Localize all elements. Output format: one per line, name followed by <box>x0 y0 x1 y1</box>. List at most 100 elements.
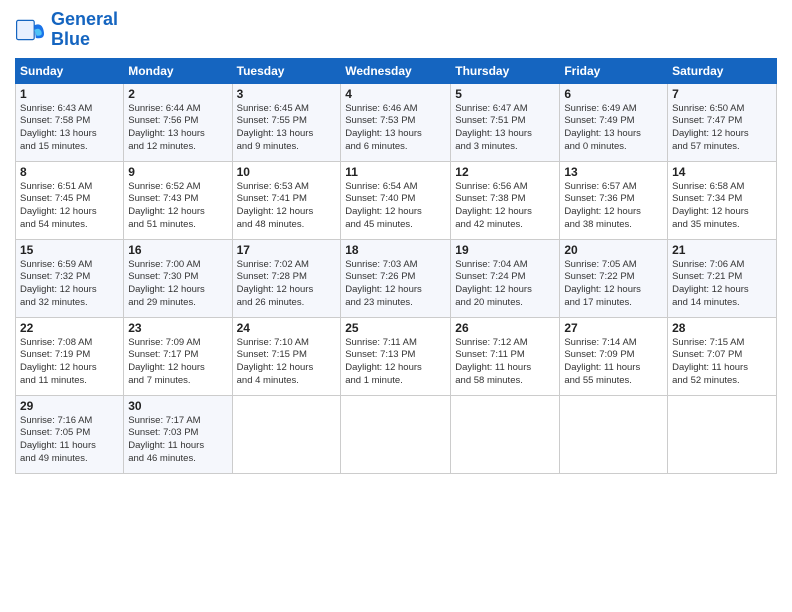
day-info: Sunrise: 7:03 AM Sunset: 7:26 PM Dayligh… <box>345 259 446 310</box>
day-info: Sunrise: 6:43 AM Sunset: 7:58 PM Dayligh… <box>20 103 119 154</box>
header-day-tuesday: Tuesday <box>232 58 341 83</box>
day-number: 13 <box>564 165 663 179</box>
day-number: 10 <box>237 165 337 179</box>
day-info: Sunrise: 6:57 AM Sunset: 7:36 PM Dayligh… <box>564 181 663 232</box>
header-row: General Blue <box>15 10 777 50</box>
day-cell: 7 Sunrise: 6:50 AM Sunset: 7:47 PM Daylig… <box>668 83 777 161</box>
day-cell: 1 Sunrise: 6:43 AM Sunset: 7:58 PM Daylig… <box>16 83 124 161</box>
day-cell: 15 Sunrise: 6:59 AM Sunset: 7:32 PM Dayli… <box>16 239 124 317</box>
header-day-thursday: Thursday <box>451 58 560 83</box>
day-cell: 27 Sunrise: 7:14 AM Sunset: 7:09 PM Dayli… <box>560 317 668 395</box>
calendar-header: SundayMondayTuesdayWednesdayThursdayFrid… <box>16 58 777 83</box>
day-number: 3 <box>237 87 337 101</box>
day-info: Sunrise: 6:50 AM Sunset: 7:47 PM Dayligh… <box>672 103 772 154</box>
day-info: Sunrise: 7:15 AM Sunset: 7:07 PM Dayligh… <box>672 337 772 388</box>
day-cell: 13 Sunrise: 6:57 AM Sunset: 7:36 PM Dayli… <box>560 161 668 239</box>
day-info: Sunrise: 7:08 AM Sunset: 7:19 PM Dayligh… <box>20 337 119 388</box>
day-cell <box>341 395 451 473</box>
day-number: 19 <box>455 243 555 257</box>
day-cell: 8Sunrise: 6:51 AM Sunset: 7:45 PM Daylig… <box>16 161 124 239</box>
day-cell: 4 Sunrise: 6:46 AM Sunset: 7:53 PM Daylig… <box>341 83 451 161</box>
day-info: Sunrise: 6:58 AM Sunset: 7:34 PM Dayligh… <box>672 181 772 232</box>
day-info: Sunrise: 7:14 AM Sunset: 7:09 PM Dayligh… <box>564 337 663 388</box>
day-info: Sunrise: 7:04 AM Sunset: 7:24 PM Dayligh… <box>455 259 555 310</box>
day-info: Sunrise: 6:51 AM Sunset: 7:45 PM Dayligh… <box>20 181 119 232</box>
day-cell: 6 Sunrise: 6:49 AM Sunset: 7:49 PM Daylig… <box>560 83 668 161</box>
day-info: Sunrise: 7:00 AM Sunset: 7:30 PM Dayligh… <box>128 259 227 310</box>
day-cell: 29 Sunrise: 7:16 AM Sunset: 7:05 PM Dayli… <box>16 395 124 473</box>
day-number: 21 <box>672 243 772 257</box>
day-cell <box>232 395 341 473</box>
day-number: 17 <box>237 243 337 257</box>
day-number: 28 <box>672 321 772 335</box>
day-cell: 22Sunrise: 7:08 AM Sunset: 7:19 PM Dayli… <box>16 317 124 395</box>
day-number: 26 <box>455 321 555 335</box>
day-number: 6 <box>564 87 663 101</box>
day-info: Sunrise: 6:47 AM Sunset: 7:51 PM Dayligh… <box>455 103 555 154</box>
day-cell: 2Sunrise: 6:44 AM Sunset: 7:56 PM Daylig… <box>124 83 232 161</box>
day-cell: 17 Sunrise: 7:02 AM Sunset: 7:28 PM Dayli… <box>232 239 341 317</box>
day-info: Sunrise: 7:05 AM Sunset: 7:22 PM Dayligh… <box>564 259 663 310</box>
header-day-wednesday: Wednesday <box>341 58 451 83</box>
header-day-monday: Monday <box>124 58 232 83</box>
day-number: 1 <box>20 87 119 101</box>
page-container: General Blue SundayMondayTuesdayWednesda… <box>0 0 792 484</box>
day-number: 5 <box>455 87 555 101</box>
day-number: 9 <box>128 165 227 179</box>
week-row-5: 29 Sunrise: 7:16 AM Sunset: 7:05 PM Dayli… <box>16 395 777 473</box>
header-day-sunday: Sunday <box>16 58 124 83</box>
day-cell: 9 Sunrise: 6:52 AM Sunset: 7:43 PM Daylig… <box>124 161 232 239</box>
day-info: Sunrise: 7:02 AM Sunset: 7:28 PM Dayligh… <box>237 259 337 310</box>
week-row-1: 1 Sunrise: 6:43 AM Sunset: 7:58 PM Daylig… <box>16 83 777 161</box>
day-cell <box>451 395 560 473</box>
day-info: Sunrise: 7:11 AM Sunset: 7:13 PM Dayligh… <box>345 337 446 388</box>
day-cell: 5 Sunrise: 6:47 AM Sunset: 7:51 PM Daylig… <box>451 83 560 161</box>
day-cell: 24 Sunrise: 7:10 AM Sunset: 7:15 PM Dayli… <box>232 317 341 395</box>
day-number: 29 <box>20 399 119 413</box>
day-cell: 3 Sunrise: 6:45 AM Sunset: 7:55 PM Daylig… <box>232 83 341 161</box>
day-number: 20 <box>564 243 663 257</box>
day-info: Sunrise: 6:52 AM Sunset: 7:43 PM Dayligh… <box>128 181 227 232</box>
day-cell: 28 Sunrise: 7:15 AM Sunset: 7:07 PM Dayli… <box>668 317 777 395</box>
day-cell: 21 Sunrise: 7:06 AM Sunset: 7:21 PM Dayli… <box>668 239 777 317</box>
calendar-body: 1 Sunrise: 6:43 AM Sunset: 7:58 PM Daylig… <box>16 83 777 473</box>
day-cell <box>560 395 668 473</box>
day-info: Sunrise: 7:12 AM Sunset: 7:11 PM Dayligh… <box>455 337 555 388</box>
day-cell: 19 Sunrise: 7:04 AM Sunset: 7:24 PM Dayli… <box>451 239 560 317</box>
day-cell: 14 Sunrise: 6:58 AM Sunset: 7:34 PM Dayli… <box>668 161 777 239</box>
day-info: Sunrise: 7:10 AM Sunset: 7:15 PM Dayligh… <box>237 337 337 388</box>
day-info: Sunrise: 7:06 AM Sunset: 7:21 PM Dayligh… <box>672 259 772 310</box>
day-number: 4 <box>345 87 446 101</box>
logo-line1: General <box>51 10 118 30</box>
day-number: 24 <box>237 321 337 335</box>
day-info: Sunrise: 6:45 AM Sunset: 7:55 PM Dayligh… <box>237 103 337 154</box>
day-cell: 18Sunrise: 7:03 AM Sunset: 7:26 PM Dayli… <box>341 239 451 317</box>
day-info: Sunrise: 7:17 AM Sunset: 7:03 PM Dayligh… <box>128 415 227 466</box>
day-number: 23 <box>128 321 227 335</box>
day-cell: 23 Sunrise: 7:09 AM Sunset: 7:17 PM Dayli… <box>124 317 232 395</box>
week-row-2: 8Sunrise: 6:51 AM Sunset: 7:45 PM Daylig… <box>16 161 777 239</box>
day-info: Sunrise: 7:16 AM Sunset: 7:05 PM Dayligh… <box>20 415 119 466</box>
day-number: 15 <box>20 243 119 257</box>
day-number: 30 <box>128 399 227 413</box>
day-info: Sunrise: 6:49 AM Sunset: 7:49 PM Dayligh… <box>564 103 663 154</box>
day-number: 12 <box>455 165 555 179</box>
day-info: Sunrise: 6:46 AM Sunset: 7:53 PM Dayligh… <box>345 103 446 154</box>
day-cell: 30 Sunrise: 7:17 AM Sunset: 7:03 PM Dayli… <box>124 395 232 473</box>
day-number: 7 <box>672 87 772 101</box>
calendar-table: SundayMondayTuesdayWednesdayThursdayFrid… <box>15 58 777 474</box>
day-info: Sunrise: 6:59 AM Sunset: 7:32 PM Dayligh… <box>20 259 119 310</box>
header-day-friday: Friday <box>560 58 668 83</box>
day-number: 14 <box>672 165 772 179</box>
day-cell: 26 Sunrise: 7:12 AM Sunset: 7:11 PM Dayli… <box>451 317 560 395</box>
day-info: Sunrise: 6:53 AM Sunset: 7:41 PM Dayligh… <box>237 181 337 232</box>
logo-line2: Blue <box>51 30 118 50</box>
day-number: 27 <box>564 321 663 335</box>
day-cell: 10 Sunrise: 6:53 AM Sunset: 7:41 PM Dayli… <box>232 161 341 239</box>
day-info: Sunrise: 6:56 AM Sunset: 7:38 PM Dayligh… <box>455 181 555 232</box>
day-info: Sunrise: 6:44 AM Sunset: 7:56 PM Dayligh… <box>128 103 227 154</box>
day-cell: 12 Sunrise: 6:56 AM Sunset: 7:38 PM Dayli… <box>451 161 560 239</box>
day-info: Sunrise: 7:09 AM Sunset: 7:17 PM Dayligh… <box>128 337 227 388</box>
logo: General Blue <box>15 10 118 50</box>
day-cell: 16Sunrise: 7:00 AM Sunset: 7:30 PM Dayli… <box>124 239 232 317</box>
